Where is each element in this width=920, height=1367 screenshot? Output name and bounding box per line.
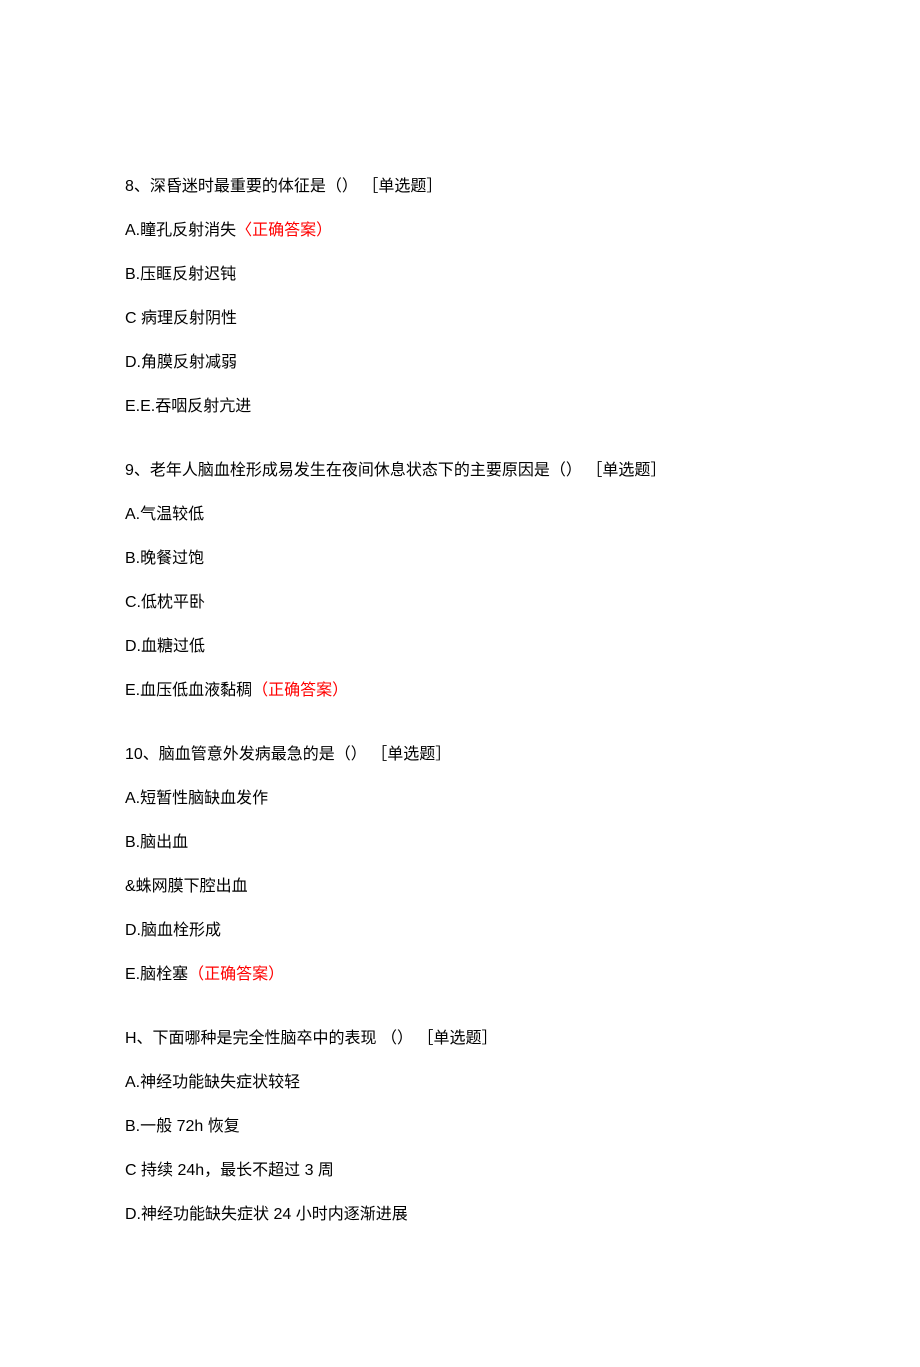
option-text: E.血压低血液黏稠 [125,682,252,699]
option-c: C 持续 24h，最长不超过 3 周 [125,1159,795,1183]
correct-marker: 〈正确答案） [236,222,332,239]
option-d: D.神经功能缺失症状 24 小时内逐渐进展 [125,1203,795,1227]
option-text: C 持续 24h，最长不超过 3 周 [125,1162,334,1179]
option-c: C 病理反射阴性 [125,307,795,331]
option-text: D.血糖过低 [125,638,205,655]
option-d: D.角膜反射减弱 [125,351,795,375]
question-title: 8、深昏迷时最重要的体征是（） ［单选题］ [125,175,795,199]
option-e: E.E.吞咽反射亢进 [125,395,795,419]
question-8: 8、深昏迷时最重要的体征是（） ［单选题］ A.瞳孔反射消失〈正确答案） B.压… [125,175,795,419]
option-text: B.一般 72h 恢复 [125,1118,240,1135]
option-e: E.血压低血液黏稠（正确答案） [125,679,795,703]
option-text: A.瞳孔反射消失 [125,222,236,239]
option-c: &蛛网膜下腔出血 [125,875,795,899]
option-a: A.神经功能缺失症状较轻 [125,1071,795,1095]
option-b: B.晚餐过饱 [125,547,795,571]
correct-marker: （正确答案） [252,682,348,699]
question-h: H、下面哪种是完全性脑卒中的表现 （） ［单选题］ A.神经功能缺失症状较轻 B… [125,1027,795,1227]
option-text: A.神经功能缺失症状较轻 [125,1074,300,1091]
option-text: B.压眶反射迟钝 [125,266,236,283]
option-text: E.脑栓塞 [125,966,188,983]
option-c: C.低枕平卧 [125,591,795,615]
question-title: H、下面哪种是完全性脑卒中的表现 （） ［单选题］ [125,1027,795,1051]
option-text: C 病理反射阴性 [125,310,237,327]
option-text: D.神经功能缺失症状 24 小时内逐渐进展 [125,1206,408,1223]
option-a: A.气温较低 [125,503,795,527]
option-text: D.脑血栓形成 [125,922,221,939]
question-title: 9、老年人脑血栓形成易发生在夜间休息状态下的主要原因是（） ［单选题］ [125,459,795,483]
option-b: B.脑出血 [125,831,795,855]
option-text: A.短暂性脑缺血发作 [125,790,268,807]
option-text: A.气温较低 [125,506,204,523]
option-text: E.E.吞咽反射亢进 [125,398,251,415]
option-e: E.脑栓塞（正确答案） [125,963,795,987]
question-9: 9、老年人脑血栓形成易发生在夜间休息状态下的主要原因是（） ［单选题］ A.气温… [125,459,795,703]
question-10: 10、脑血管意外发病最急的是（） ［单选题］ A.短暂性脑缺血发作 B.脑出血 … [125,743,795,987]
option-b: B.压眶反射迟钝 [125,263,795,287]
option-d: D.脑血栓形成 [125,919,795,943]
option-a: A.短暂性脑缺血发作 [125,787,795,811]
option-text: C.低枕平卧 [125,594,205,611]
option-d: D.血糖过低 [125,635,795,659]
option-text: B.脑出血 [125,834,188,851]
option-text: B.晚餐过饱 [125,550,204,567]
option-text: &蛛网膜下腔出血 [125,878,248,895]
option-a: A.瞳孔反射消失〈正确答案） [125,219,795,243]
option-text: D.角膜反射减弱 [125,354,237,371]
correct-marker: （正确答案） [188,966,284,983]
question-title: 10、脑血管意外发病最急的是（） ［单选题］ [125,743,795,767]
option-b: B.一般 72h 恢复 [125,1115,795,1139]
